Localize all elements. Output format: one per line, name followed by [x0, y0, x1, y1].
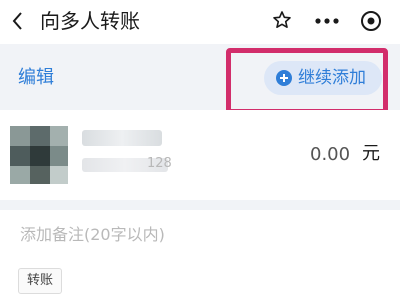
more-icon[interactable]: [315, 18, 339, 24]
header-bar: 向多人转账: [0, 0, 400, 44]
section-divider: [0, 200, 400, 210]
transfer-tag[interactable]: 转账: [18, 268, 63, 294]
add-more-button[interactable]: 继续添加: [264, 61, 382, 95]
plus-circle-icon: [276, 70, 292, 86]
currency-unit: 元: [362, 143, 380, 164]
star-icon[interactable]: [272, 10, 292, 30]
avatar: [10, 126, 68, 184]
note-input[interactable]: [20, 224, 320, 246]
record-icon[interactable]: [360, 10, 382, 32]
amount-value[interactable]: 0.00: [310, 143, 350, 167]
edit-button[interactable]: 编辑: [18, 66, 54, 90]
recipient-row[interactable]: 128 0.00 元: [0, 110, 400, 200]
add-more-label: 继续添加: [298, 68, 366, 88]
account-suffix: 128: [147, 156, 172, 171]
recipient-name-blurred: [82, 130, 162, 146]
page-title: 向多人转账: [40, 9, 140, 33]
back-icon[interactable]: [10, 10, 26, 32]
